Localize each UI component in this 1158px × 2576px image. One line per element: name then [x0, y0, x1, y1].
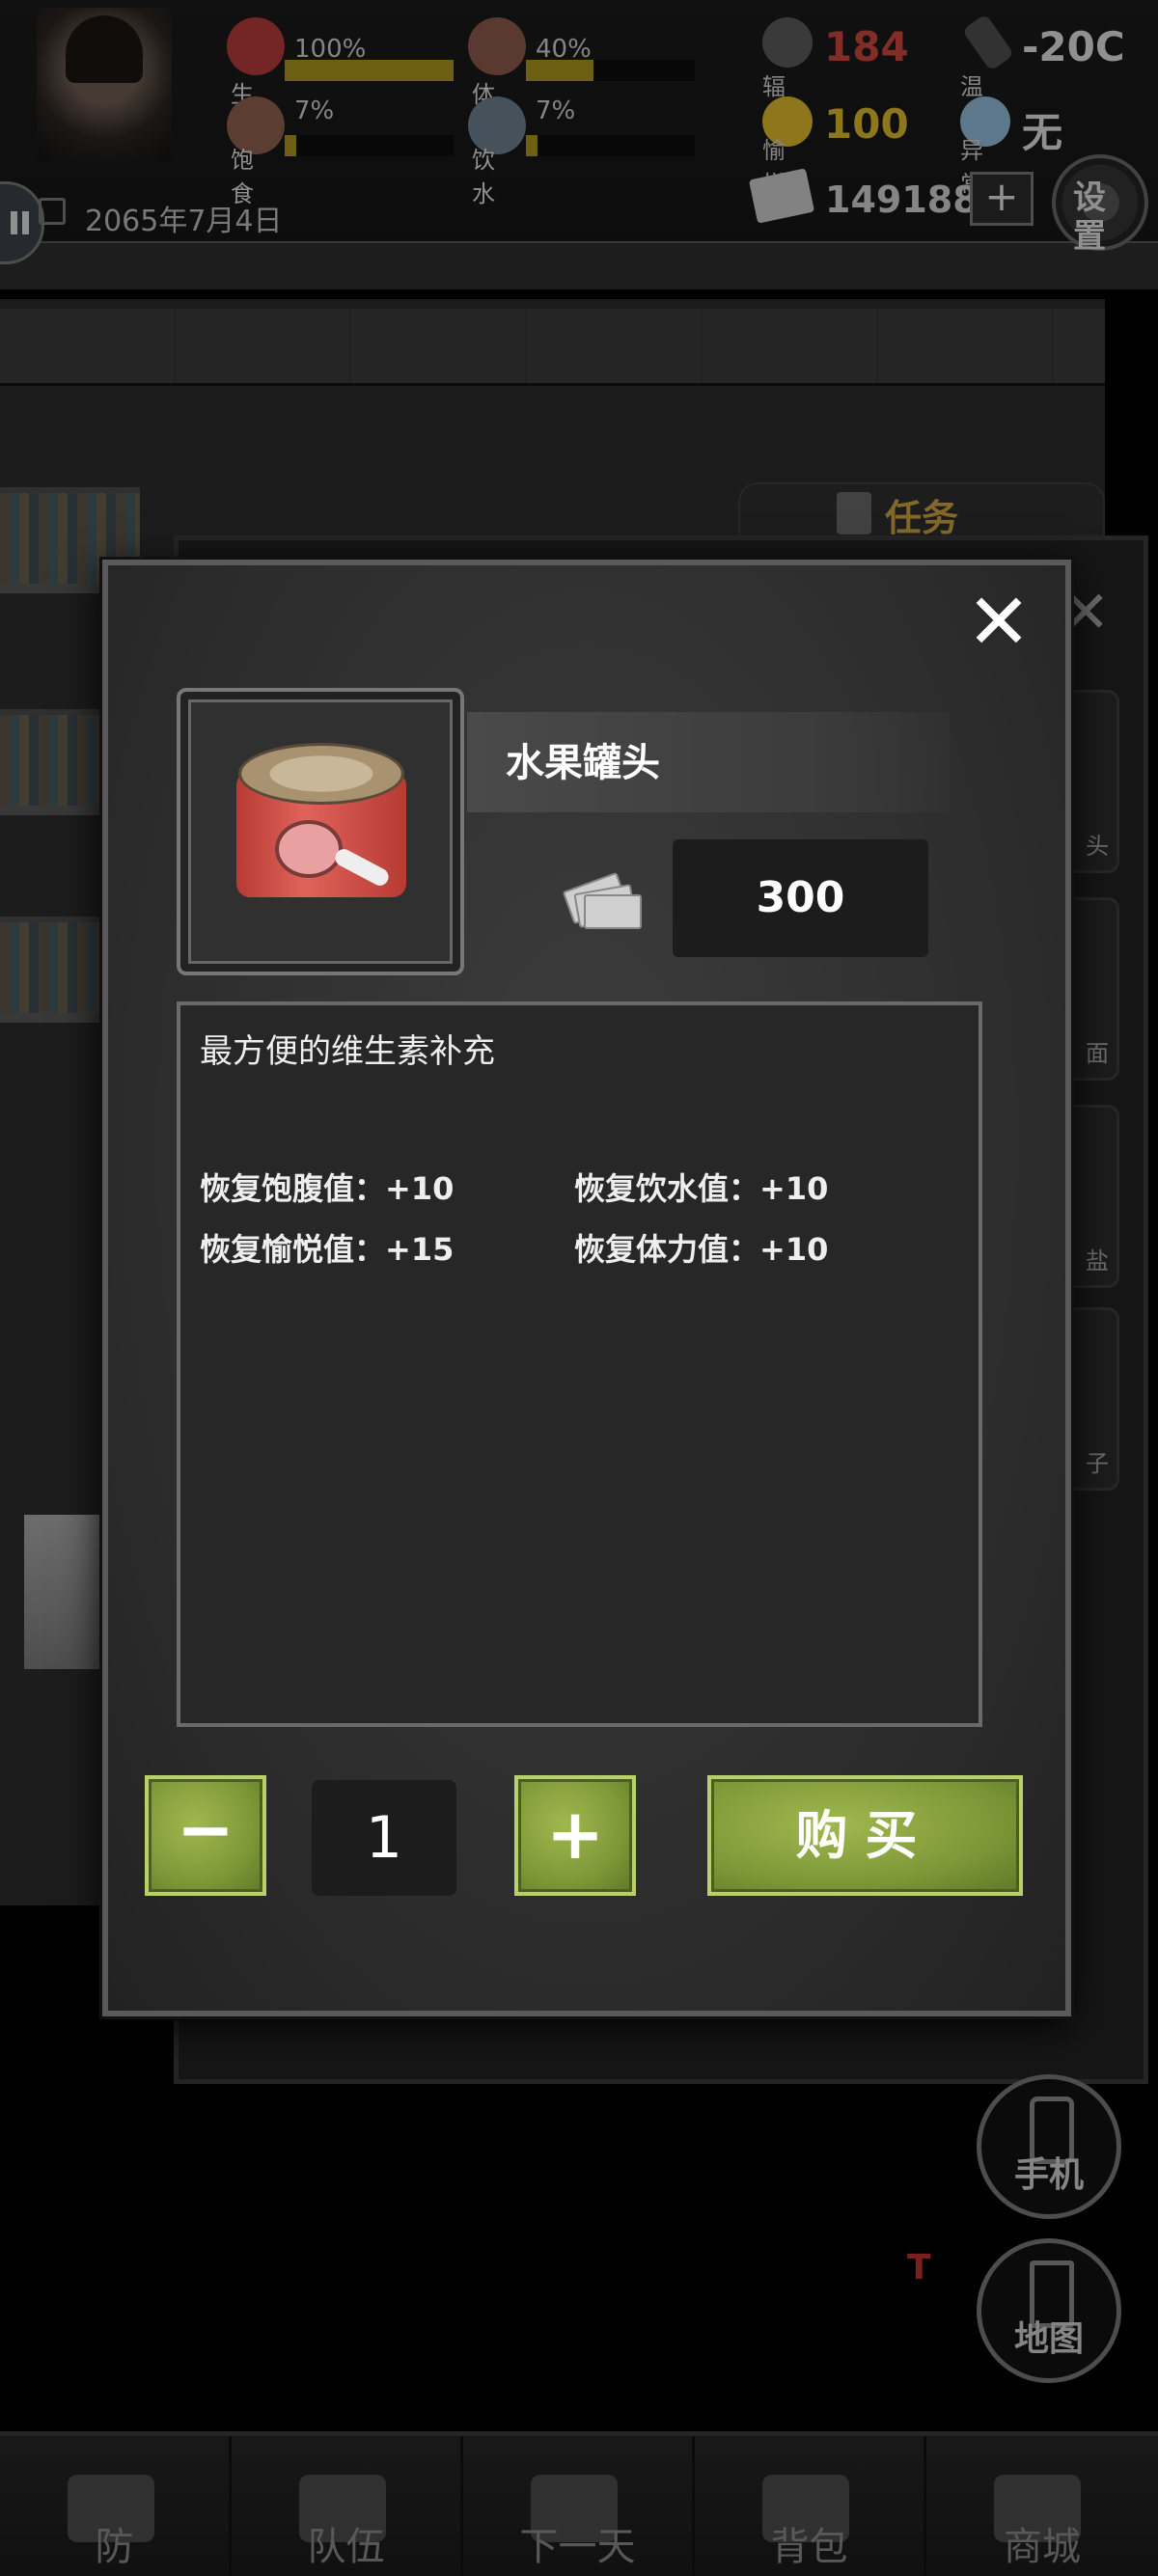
item-price: 300: [673, 839, 928, 957]
effect-satiety: 恢复饱腹值：+10: [200, 1170, 455, 1207]
can-lid: [238, 743, 404, 805]
item-name: 水果罐头: [506, 741, 660, 785]
increase-quantity-button[interactable]: +: [514, 1775, 636, 1896]
effect-stamina: 恢复体力值：+10: [574, 1231, 829, 1268]
quantity-value: 1: [312, 1780, 456, 1896]
item-description-box: 最方便的维生素补充 恢复饱腹值：+10 恢复饮水值：+10 恢复愉悦值：+15 …: [177, 1001, 982, 1727]
decrease-quantity-button[interactable]: −: [145, 1775, 266, 1896]
cash-icon: [562, 871, 642, 931]
effect-water: 恢复饮水值：+10: [574, 1170, 829, 1207]
item-name-banner: 水果罐头: [467, 712, 950, 812]
close-dialog-button[interactable]: ✕: [965, 584, 1033, 661]
effect-joy: 恢复愉悦值：+15: [200, 1231, 455, 1268]
item-description: 最方便的维生素补充: [200, 1032, 495, 1071]
canned-food-icon: [236, 743, 406, 917]
ham-icon: [275, 820, 343, 878]
buy-button[interactable]: 购买: [707, 1775, 1023, 1896]
